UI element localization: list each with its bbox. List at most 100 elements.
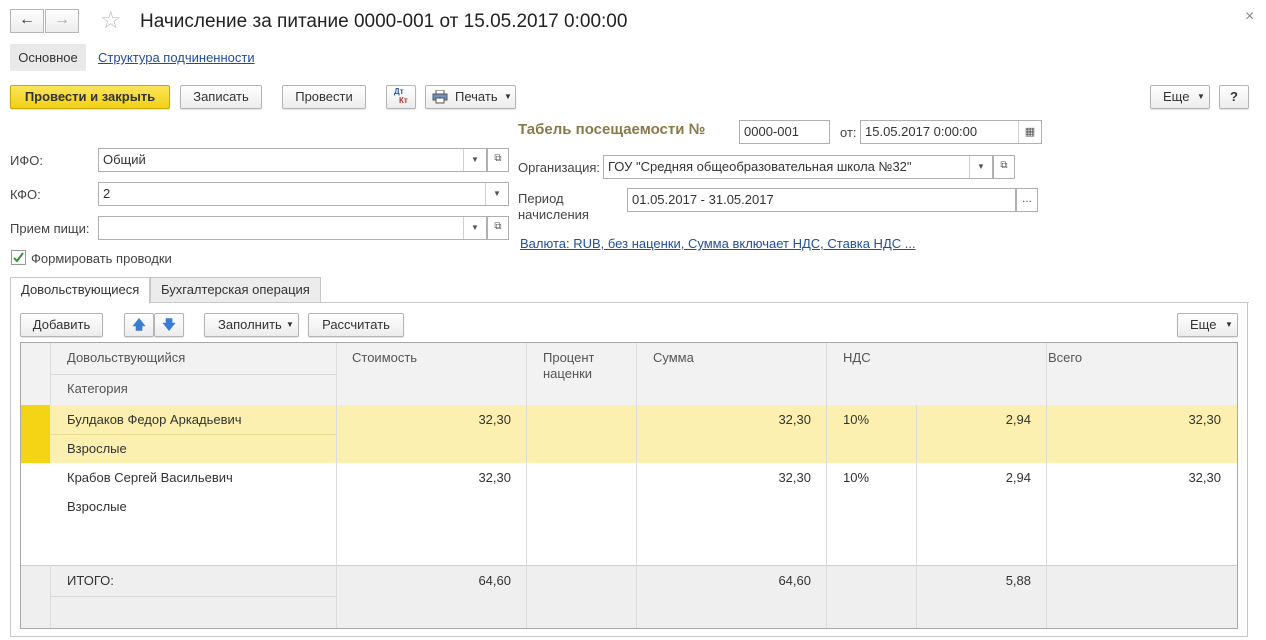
header-markup-line2: наценки [543, 366, 593, 381]
ifo-field[interactable]: Общий ▼ [98, 148, 487, 172]
header-vat[interactable]: НДС [843, 350, 871, 365]
fill-label: Заполнить [218, 317, 282, 332]
fill-button[interactable]: Заполнить ▼ [204, 313, 299, 337]
org-field[interactable]: ГОУ "Средняя общеобразовательная школа №… [603, 155, 993, 179]
chevron-down-icon: ▼ [504, 92, 512, 101]
chevron-down-icon[interactable]: ▼ [485, 183, 508, 205]
period-field[interactable]: 01.05.2017 - 31.05.2017 [627, 188, 1016, 212]
org-value: ГОУ "Средняя общеобразовательная школа №… [608, 159, 912, 174]
calendar-icon[interactable]: ▦ [1018, 121, 1041, 143]
ifo-label: ИФО: [10, 153, 43, 168]
print-button[interactable]: Печать ▼ [425, 85, 516, 109]
chevron-down-icon[interactable]: ▼ [463, 149, 486, 171]
header-sum[interactable]: Сумма [653, 350, 694, 365]
close-icon[interactable]: × [1245, 8, 1254, 26]
currency-link[interactable]: Валюта: RUB, без наценки, Сумма включает… [520, 236, 916, 251]
period-label: Период начисления [518, 191, 589, 223]
cell-total[interactable]: 32,30 [1047, 412, 1221, 427]
cell-cost[interactable]: 32,30 [337, 470, 511, 485]
ifo-value: Общий [103, 152, 146, 167]
help-button[interactable]: ? [1219, 85, 1249, 109]
open-icon: ⧉ [1000, 160, 1008, 171]
col-divider [916, 405, 917, 628]
tabel-label: Табель посещаемости № [518, 121, 706, 138]
table-more-label: Еще [1190, 317, 1217, 332]
cell-total[interactable]: 32,30 [1047, 470, 1221, 485]
cell-vat-sum[interactable]: 2,94 [917, 470, 1031, 485]
nav-structure-link[interactable]: Структура подчиненности [98, 50, 255, 65]
col-divider [826, 343, 827, 628]
period-label-line1: Период [518, 191, 564, 206]
kfo-value: 2 [103, 186, 111, 201]
tab-beneficiaries[interactable]: Довольствующиеся [10, 277, 151, 304]
cell-person[interactable]: Булдаков Федор Аркадьевич [67, 412, 242, 427]
org-label: Организация: [518, 160, 601, 175]
chevron-down-icon[interactable]: ▼ [463, 217, 486, 239]
checkmark-icon [13, 252, 24, 263]
chevron-down-icon[interactable]: ▼ [969, 156, 992, 178]
org-open-button[interactable]: ⧉ [993, 155, 1015, 179]
arrow-up-icon: 🡅 [132, 317, 146, 332]
table-more-button[interactable]: Еще ▼ [1177, 313, 1238, 337]
tabel-number-field[interactable]: 0000-001 [739, 120, 830, 144]
footer-vat-sum: 5,88 [1005, 573, 1031, 588]
tab-accounting-operation[interactable]: Бухгалтерская операция [150, 277, 321, 303]
back-button[interactable]: ← [10, 9, 44, 33]
date-from-label: от: [840, 125, 857, 140]
header-category[interactable]: Категория [67, 381, 128, 396]
post-entries-label: Формировать проводки [31, 251, 172, 266]
col-divider [526, 343, 527, 628]
dt-kt-icon: Дт Кт [394, 87, 408, 105]
move-down-button[interactable]: 🡇 [154, 313, 184, 337]
forward-button[interactable]: → [45, 9, 79, 33]
window-title: Начисление за питание 0000-001 от 15.05.… [140, 11, 628, 32]
cell-category[interactable]: Взрослые [67, 499, 127, 514]
cell-person[interactable]: Крабов Сергей Васильевич [67, 470, 233, 485]
cell-sum[interactable]: 32,30 [637, 412, 811, 427]
header-markup-line1: Процент [543, 350, 595, 365]
add-button[interactable]: Добавить [20, 313, 103, 337]
kfo-field[interactable]: 2 ▼ [98, 182, 509, 206]
star-icon[interactable]: ☆ [100, 6, 122, 35]
move-up-button[interactable]: 🡅 [124, 313, 154, 337]
col-divider [50, 565, 51, 628]
beneficiaries-table: Довольствующийся Категория Стоимость Про… [20, 342, 1238, 629]
printer-icon [432, 90, 448, 104]
chevron-down-icon: ▼ [1225, 320, 1233, 329]
ifo-open-button[interactable]: ⧉ [487, 148, 509, 172]
kfo-label: КФО: [10, 187, 41, 202]
save-button[interactable]: Записать [180, 85, 262, 109]
footer-total-label: ИТОГО: [67, 573, 114, 588]
print-label: Печать [455, 89, 498, 104]
calculate-button[interactable]: Рассчитать [308, 313, 404, 337]
post-entries-checkbox[interactable] [11, 250, 26, 265]
more-button[interactable]: Еще ▼ [1150, 85, 1210, 109]
arrow-down-icon: 🡇 [162, 317, 176, 332]
meal-field[interactable]: ▼ [98, 216, 487, 240]
cell-sum[interactable]: 32,30 [637, 470, 811, 485]
header-markup[interactable]: Процент наценки [543, 350, 594, 382]
selection-marker [21, 405, 50, 463]
dt-kt-button[interactable]: Дт Кт [386, 85, 416, 109]
open-icon: ⧉ [494, 221, 502, 232]
meal-open-button[interactable]: ⧉ [487, 216, 509, 240]
header-total[interactable]: Всего [1048, 350, 1082, 365]
row-divider [51, 434, 337, 435]
header-person[interactable]: Довольствующийся [67, 350, 185, 365]
cell-category[interactable]: Взрослые [67, 441, 127, 456]
cell-vat-rate[interactable]: 10% [843, 412, 869, 427]
post-and-close-button[interactable]: Провести и закрыть [10, 85, 170, 109]
cell-vat-sum[interactable]: 2,94 [917, 412, 1031, 427]
more-label: Еще [1163, 89, 1190, 104]
arrow-left-icon: ← [19, 11, 35, 28]
col-divider [1046, 343, 1047, 628]
footer-divider [51, 596, 337, 597]
post-button[interactable]: Провести [282, 85, 366, 109]
nav-main[interactable]: Основное [10, 44, 86, 71]
cell-vat-rate[interactable]: 10% [843, 470, 869, 485]
cell-cost[interactable]: 32,30 [337, 412, 511, 427]
chevron-down-icon: ▼ [286, 320, 294, 329]
period-select-button[interactable]: ... [1016, 188, 1038, 212]
tabel-date-field[interactable]: 15.05.2017 0:00:00 ▦ [860, 120, 1042, 144]
header-cost[interactable]: Стоимость [352, 350, 417, 365]
